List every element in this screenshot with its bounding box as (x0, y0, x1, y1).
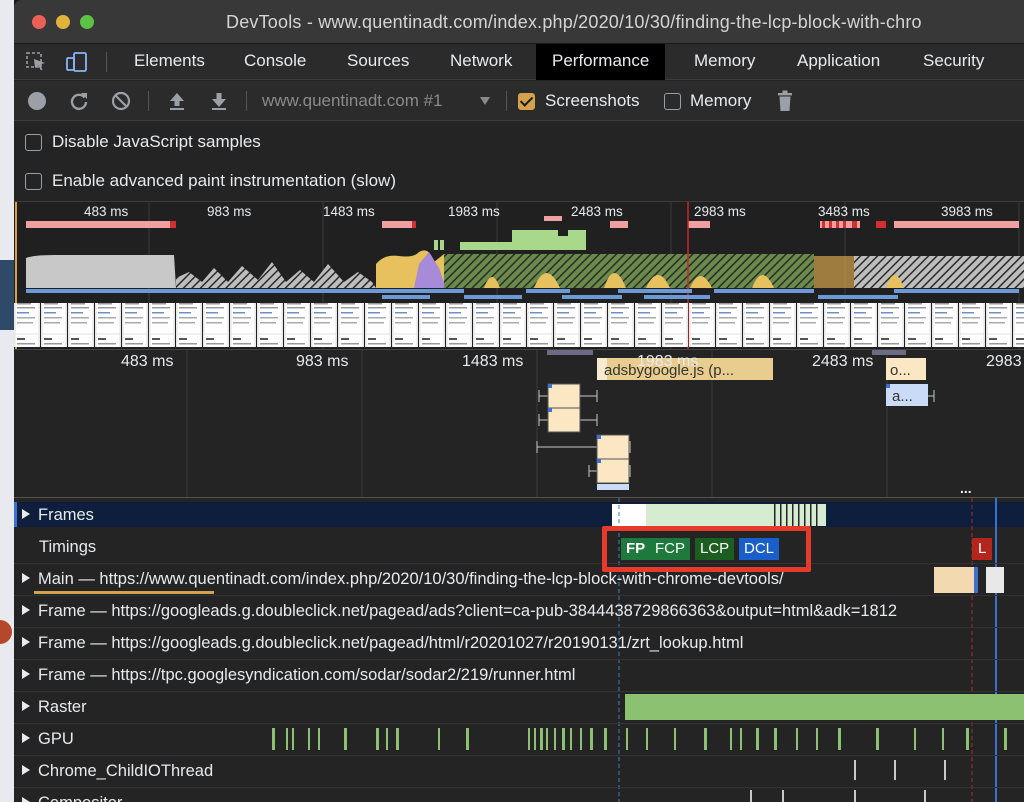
timeline-overview[interactable] (14, 202, 1024, 350)
expand-arrow-icon[interactable] (22, 669, 30, 679)
window-title: DevTools - www.quentinadt.com/index.php/… (226, 12, 922, 32)
expand-arrow-icon[interactable] (22, 765, 30, 775)
disable-js-samples-checkbox[interactable] (25, 134, 42, 151)
flame-tick-1: 483 ms (121, 353, 174, 370)
flame-chart-canvas (186, 350, 935, 497)
expand-arrow-icon[interactable] (22, 701, 30, 711)
tab-network[interactable]: Network (434, 44, 528, 80)
timings-highlight-box (602, 526, 811, 572)
disable-js-samples-label: Disable JavaScript samples (52, 132, 261, 151)
marker-load[interactable]: L (972, 538, 993, 560)
flame-chart[interactable]: 483 ms 983 ms 1483 ms 1983 ms 2483 ms 29… (14, 350, 1024, 498)
track-compositor[interactable]: Compositor (14, 788, 1024, 802)
tab-performance[interactable]: Performance (536, 44, 666, 80)
tab-security[interactable]: Security (907, 44, 1000, 80)
track-frames[interactable]: Frames (14, 500, 1024, 532)
overview-chart (14, 202, 1024, 349)
overview-tick-7: 3483 ms (818, 204, 870, 219)
capture-settings: Disable JavaScript samples Enable advanc… (14, 122, 1024, 202)
toolbar-separator (148, 91, 149, 111)
device-toolbar-icon[interactable] (66, 52, 88, 72)
flame-tick-3: 1483 ms (462, 353, 524, 370)
download-icon[interactable] (209, 91, 229, 111)
track-frame-ads[interactable]: Frame — https://googleads.g.doubleclick.… (14, 596, 1024, 628)
overview-tick-4: 1983 ms (448, 204, 500, 219)
track-frame-sodar[interactable]: Frame — https://tpc.googlesyndication.co… (14, 660, 1024, 692)
toolbar-separator (506, 91, 507, 111)
title-bar: DevTools - www.quentinadt.com/index.php/… (14, 0, 1024, 44)
flame-tick-6: 2983 (986, 353, 1022, 370)
devtools-window: DevTools - www.quentinadt.com/index.php/… (0, 0, 1024, 802)
screenshots-label: Screenshots (545, 91, 640, 110)
advanced-paint-label: Enable advanced paint instrumentation (s… (52, 171, 396, 190)
devtools-panel: DevTools - www.quentinadt.com/index.php/… (14, 0, 1024, 802)
record-icon[interactable] (28, 92, 46, 110)
background-page-strip (0, 0, 14, 802)
track-frame-ads-label: Frame — https://googleads.g.doubleclick.… (38, 602, 898, 620)
expand-arrow-icon[interactable] (22, 573, 30, 583)
toolbar-separator (246, 91, 247, 111)
tab-console[interactable]: Console (228, 44, 322, 80)
expand-arrow-icon[interactable] (22, 605, 30, 615)
chevron-down-icon[interactable] (480, 97, 490, 105)
tab-memory[interactable]: Memory (678, 44, 771, 80)
devtools-tab-bar: Elements Console Sources Network Perform… (14, 44, 1024, 80)
track-childio-label: Chrome_ChildIOThread (38, 762, 214, 780)
expand-arrow-icon[interactable] (22, 797, 30, 802)
minimize-window-icon[interactable] (56, 15, 70, 29)
expand-arrow-icon[interactable] (22, 509, 30, 519)
memory-checkbox[interactable] (664, 93, 681, 110)
track-main-label: Main — https://www.quentinadt.com/index.… (38, 570, 784, 588)
overview-tick-8: 3983 ms (941, 204, 993, 219)
expand-arrow-icon[interactable] (22, 733, 30, 743)
track-frame-zrt[interactable]: Frame — https://googleads.g.doubleclick.… (14, 628, 1024, 660)
track-raster[interactable]: Raster (14, 692, 1024, 724)
memory-label: Memory (690, 91, 752, 110)
upload-icon[interactable] (167, 91, 187, 111)
background-image-fragment (0, 260, 14, 330)
flame-block-o[interactable]: o... (890, 362, 911, 379)
advanced-paint-checkbox[interactable] (25, 173, 42, 190)
track-childio[interactable]: Chrome_ChildIOThread (14, 756, 1024, 788)
track-gpu[interactable]: GPU (14, 724, 1024, 756)
track-gpu-label: GPU (38, 730, 74, 748)
track-frame-sodar-label: Frame — https://tpc.googlesyndication.co… (38, 666, 576, 684)
clear-icon[interactable] (111, 91, 131, 111)
close-window-icon[interactable] (32, 15, 46, 29)
maximize-window-icon[interactable] (80, 15, 94, 29)
performance-toolbar: www.quentinadt.com #1 Screenshots Memory (14, 81, 1024, 121)
tab-application[interactable]: Application (781, 44, 896, 80)
screenshots-checkbox[interactable] (518, 93, 535, 110)
background-button-fragment (0, 620, 12, 644)
track-raster-label: Raster (38, 698, 87, 716)
flame-block-a[interactable]: a... (892, 388, 913, 405)
more-indicator: ... (960, 480, 972, 496)
track-frames-label: Frames (38, 506, 94, 524)
overview-tick-5: 2483 ms (571, 204, 623, 219)
tab-sources[interactable]: Sources (331, 44, 425, 80)
track-timings[interactable]: Timings (14, 532, 1024, 564)
track-timings-label: Timings (39, 538, 97, 556)
flame-tick-5: 2483 ms (812, 353, 874, 370)
tab-separator (106, 52, 107, 72)
track-main[interactable]: Main — https://www.quentinadt.com/index.… (14, 564, 1024, 596)
flame-tick-2: 983 ms (296, 353, 349, 370)
track-frame-zrt-label: Frame — https://googleads.g.doubleclick.… (38, 634, 744, 652)
inspect-element-icon[interactable] (26, 52, 48, 72)
tab-elements[interactable]: Elements (118, 44, 221, 80)
profile-select[interactable]: www.quentinadt.com #1 (262, 91, 443, 111)
overview-tick-6: 2983 ms (694, 204, 746, 219)
overview-tick-3: 1483 ms (323, 204, 375, 219)
expand-arrow-icon[interactable] (22, 637, 30, 647)
track-compositor-label: Compositor (38, 794, 122, 802)
reload-icon[interactable] (69, 91, 89, 111)
tracks-panel: Frames Timings Main — https://www.quenti… (14, 498, 1024, 802)
flame-block-adsbygoogle[interactable]: adsbygoogle.js (p... (604, 362, 734, 379)
overview-tick-2: 983 ms (207, 204, 252, 219)
trash-icon[interactable] (777, 90, 793, 112)
overview-tick-1: 483 ms (84, 204, 129, 219)
